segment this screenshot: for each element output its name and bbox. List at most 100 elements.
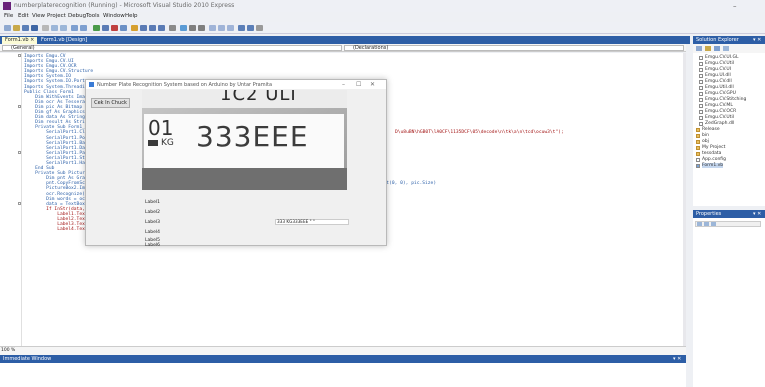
plate-top-text: 1C2 ULI (220, 90, 297, 105)
menu-help[interactable]: Help (125, 13, 138, 19)
redo-icon[interactable] (80, 25, 87, 31)
start-debugging-icon[interactable] (93, 25, 100, 31)
collapse-icon[interactable] (18, 54, 21, 57)
form-title-bar: Number Plate Recognition System based on… (86, 80, 386, 89)
visual-studio-icon (3, 2, 11, 10)
form-minimize-button[interactable]: – (342, 81, 345, 88)
plate-region-code: 01 (148, 116, 174, 140)
hex-display-icon[interactable] (169, 25, 176, 31)
solution-explorer-header: Solution Explorer ▾ ✕ (693, 36, 765, 44)
paste-icon[interactable] (60, 25, 67, 31)
running-app-window: Number Plate Recognition System based on… (85, 79, 387, 248)
undo-icon[interactable] (71, 25, 78, 31)
cek-button[interactable]: Cek In Chuck (91, 98, 130, 108)
tree-folder[interactable]: My Project (696, 145, 725, 150)
document-tab-strip: Form1.vb × Form1.vb [Design] (0, 36, 690, 44)
solution-explorer-icon[interactable] (209, 25, 216, 31)
editor-vertical-scrollbar[interactable] (683, 53, 686, 355)
tree-item[interactable]: Emgu.CV.UI (699, 67, 731, 72)
method-dropdown[interactable]: (Declarations) (344, 45, 684, 51)
toolbox-icon[interactable] (227, 25, 234, 31)
view-code-icon[interactable] (723, 46, 729, 51)
tree-item[interactable]: Emgu.Util.dll (699, 85, 734, 90)
copy-icon[interactable] (51, 25, 58, 31)
label-1: Label1 (145, 200, 161, 205)
minimize-button[interactable]: – (733, 2, 737, 10)
tree-item[interactable]: App.config (696, 157, 726, 162)
zoom-level[interactable]: 100 % (1, 348, 15, 353)
class-dropdown[interactable]: (General) (2, 45, 342, 51)
code-navigation-bar: (General) (Declarations) (0, 44, 686, 52)
tree-folder[interactable]: tessdata (696, 151, 721, 156)
tree-item[interactable]: Emgu.CV.Util (699, 115, 734, 120)
tree-item[interactable]: Emgu.CV.UI.GL (699, 55, 738, 60)
panel-controls-icon[interactable]: ▾ ✕ (673, 356, 681, 362)
collapse-icon[interactable] (18, 202, 21, 205)
menu-tools[interactable]: Tools (86, 13, 100, 19)
categorized-icon[interactable] (697, 222, 702, 226)
alphabetical-icon[interactable] (704, 222, 709, 226)
immediate-window-title: Immediate Window (3, 356, 52, 362)
tab-form1-design[interactable]: Form1.vb [Design] (38, 37, 90, 44)
properties-window-icon[interactable] (218, 25, 225, 31)
menu-debug[interactable]: Debug (68, 13, 86, 19)
tree-item-selected[interactable]: Form1.vb (696, 163, 724, 168)
step-into-icon[interactable] (140, 25, 147, 31)
menu-view[interactable]: View (32, 13, 45, 19)
collapse-icon[interactable] (18, 105, 21, 108)
result-textbox[interactable]: 333 KG333EEE " ° (275, 219, 349, 225)
tree-item[interactable]: Emgu.CV.Stitching (699, 97, 746, 102)
properties-title: Properties (696, 211, 722, 217)
step-over-icon[interactable] (149, 25, 156, 31)
comment-icon[interactable] (189, 25, 196, 31)
stop-debugging-icon[interactable] (111, 25, 118, 31)
tree-item[interactable]: Emgu.CV.ML (699, 103, 733, 108)
form-maximize-button[interactable]: ☐ (356, 81, 361, 88)
output-window-icon[interactable] (247, 25, 254, 31)
panel-controls-icon[interactable]: ▾ ✕ (753, 37, 761, 43)
solution-explorer-tree: Emgu.CV.UI.GL Emgu.CV.Util Emgu.CV.UI Em… (693, 53, 765, 206)
uncomment-icon[interactable] (198, 25, 205, 31)
solution-explorer-toolbar (693, 44, 765, 53)
editor-zoom-bar: 100 % (0, 346, 686, 355)
tree-item[interactable]: Emgu.CV.OCR (699, 109, 736, 114)
cut-icon[interactable] (42, 25, 49, 31)
refresh-icon[interactable] (714, 46, 720, 51)
save-icon[interactable] (22, 25, 29, 31)
tree-item[interactable]: ZedGraph.dll (699, 121, 734, 126)
break-all-icon[interactable] (102, 25, 109, 31)
toolbar-overflow-icon[interactable] (256, 25, 263, 31)
string-literal: D\u8uBN\hGB0T\lA0CF\1135DCF\05\decode\n\… (395, 130, 564, 135)
solution-explorer-title: Solution Explorer (696, 37, 739, 43)
menu-edit[interactable]: Edit (18, 13, 29, 19)
menu-project[interactable]: Project (47, 13, 66, 19)
tree-folder[interactable]: bin (696, 133, 709, 138)
new-project-icon[interactable] (4, 25, 11, 31)
collapse-icon[interactable] (18, 151, 21, 154)
show-all-files-icon[interactable] (705, 46, 711, 51)
menu-window[interactable]: Window (103, 13, 125, 19)
tree-item[interactable]: Emgu.CV.Util (699, 61, 734, 66)
immediate-window-header: Immediate Window ▾ ✕ (0, 355, 686, 363)
tree-item[interactable]: Emgu.CV.dll (699, 79, 732, 84)
property-pages-icon[interactable] (711, 222, 716, 226)
properties-icon[interactable] (696, 46, 702, 51)
menu-file[interactable]: File (4, 13, 13, 19)
properties-header: Properties ▾ ✕ (693, 210, 765, 218)
form-app-icon (89, 82, 94, 87)
tree-item[interactable]: Emgu.UI.dll (699, 73, 731, 78)
save-all-icon[interactable] (31, 25, 38, 31)
tree-item[interactable]: Emgu.CV.GPU (699, 91, 736, 96)
label-4: Label4 (145, 230, 161, 235)
form-close-button[interactable]: ✕ (370, 81, 375, 88)
open-folder-icon[interactable] (13, 25, 20, 31)
step-out-icon[interactable] (158, 25, 165, 31)
show-next-statement-icon[interactable] (131, 25, 138, 31)
tree-folder[interactable]: obj (696, 139, 709, 144)
panel-controls-icon[interactable]: ▾ ✕ (753, 211, 761, 217)
tab-form1-code[interactable]: Form1.vb × (2, 37, 38, 44)
restart-icon[interactable] (120, 25, 127, 31)
find-icon[interactable] (180, 25, 187, 31)
tree-folder[interactable]: Release (696, 127, 720, 132)
error-list-icon[interactable] (238, 25, 245, 31)
